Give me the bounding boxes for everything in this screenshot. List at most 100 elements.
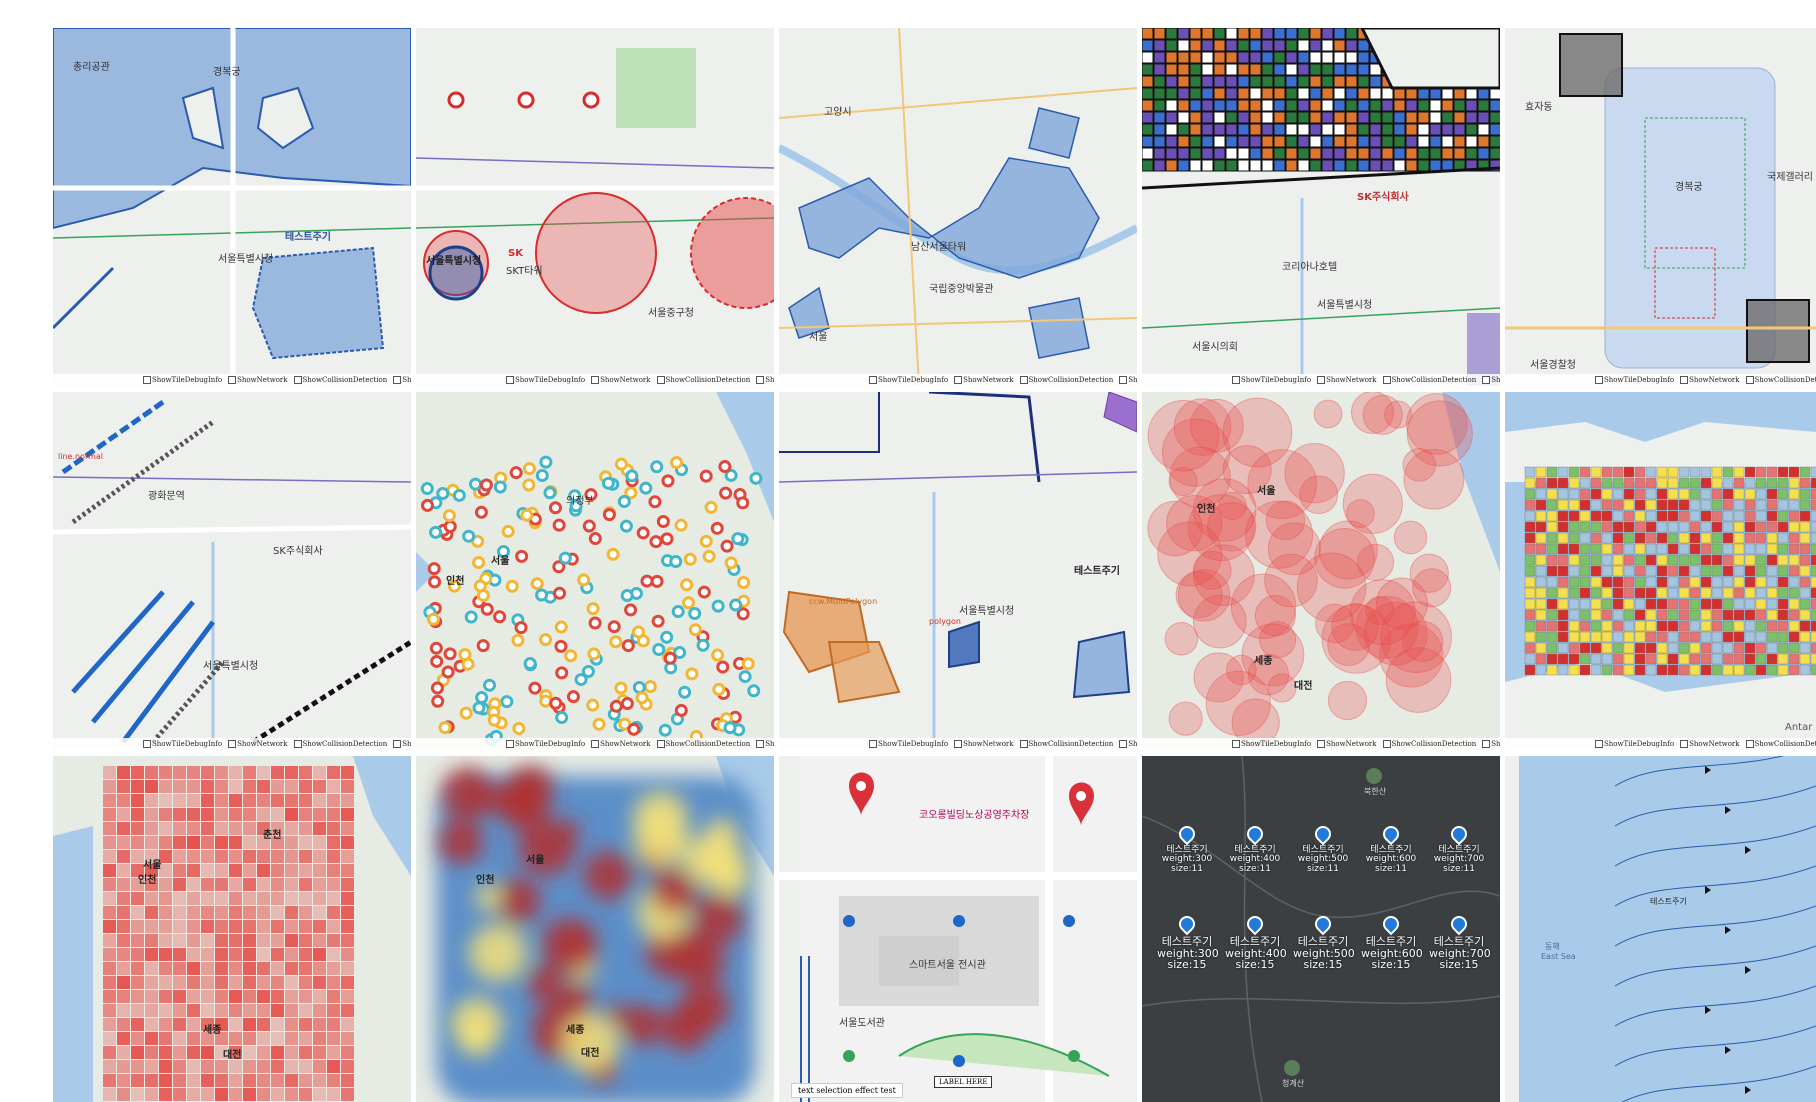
debug-option[interactable]: ShowPoiVertex [1482,740,1500,748]
map-tile-12[interactable]: 서울 인천 세종 대전 [416,756,774,1102]
weight-marker[interactable]: 테스트주기 weight:400 size:15 [1225,912,1287,972]
weight-marker[interactable]: 테스트주기 weight:600 size:15 [1361,912,1423,971]
debug-option[interactable]: ShowNetwork [954,740,1014,748]
map-tile-14[interactable]: 테스트주기 weight:300 size:11 테스트주기 weight:400 siz… [1142,756,1500,1102]
map-tile-4[interactable]: 서울특별시청 SK주식회사 코리아나호텔 서울시의회 ShowTileDebug… [1142,28,1500,386]
debug-option[interactable]: ShowPoiVertex [1119,376,1137,384]
debug-option[interactable]: ShowCollisionDetection [656,376,750,384]
density-cell [285,780,298,793]
debug-option[interactable]: ShowPoiVertex [1119,740,1137,748]
debug-option[interactable]: ShowCollisionDetection [1382,376,1476,384]
marker-text: size:15 [1235,958,1275,972]
pattern-cell [1177,51,1190,64]
map-tile-2[interactable]: 서울특별시청 서울중구청 SK SKT타워 ShowTileDebugInfo … [416,28,774,386]
debug-option[interactable]: ShowTileDebugInfo [506,376,585,384]
debug-option[interactable]: ShowPoiVertex [1482,376,1500,384]
map-tile-10[interactable]: Antar ShowTileDebugInfo ShowNetwork Show… [1505,392,1816,750]
heat-cell [1568,609,1580,621]
poi-dot [620,589,634,603]
debug-option[interactable]: ShowTileDebugInfo [506,740,585,748]
density-cell [285,766,298,779]
density-cell [285,794,298,807]
density-cell [313,962,326,975]
map-tile-13[interactable]: 코오롱빌딩노상공영주차장 스마트서울 전시관 서울도서관 text select… [779,756,1137,1102]
map-canvas[interactable] [416,392,774,750]
heat-cell [1557,543,1569,555]
map-canvas[interactable] [1142,392,1500,750]
heat-cell [1546,598,1558,610]
map-tile-8[interactable]: 테스트주기 서울특별시청 ccw.MultiPolygon polygon Sh… [779,392,1137,750]
debug-option[interactable]: ShowTileDebugInfo [1595,740,1674,748]
heat-cell [1546,532,1558,544]
debug-option[interactable]: ShowTileDebugInfo [143,376,222,384]
heat-cell [1557,477,1569,489]
weight-marker[interactable]: 테스트주기 weight:300 size:11 [1157,822,1217,874]
map-canvas[interactable] [53,28,411,386]
pattern-cell [1381,99,1394,112]
weight-marker[interactable]: 테스트주기 weight:700 size:11 [1429,822,1489,874]
debug-option[interactable]: ShowCollisionDetection [1019,376,1113,384]
map-tile-7[interactable]: 인천 서울 의정부 ShowTileDebugInfo ShowNetwork … [416,392,774,750]
poi-dot [564,649,578,663]
map-tile-6[interactable]: 광화문역 서울특별시청 SK주식회사 line.normal ShowTileD… [53,392,411,750]
debug-option[interactable]: ShowCollisionDetection [1745,376,1816,384]
pattern-cell [1142,63,1154,76]
poi-dot [582,519,596,533]
selection-test-label[interactable]: text selection effect test [791,1083,903,1098]
heat-cell [1667,598,1679,610]
debug-option[interactable]: ShowTileDebugInfo [143,740,222,748]
debug-option[interactable]: ShowCollisionDetection [656,740,750,748]
debug-option[interactable]: ShowNetwork [954,376,1014,384]
map-tile-3[interactable]: 남산서울타워 고양시 국립중앙박물관 서울 ShowTileDebugInfo … [779,28,1137,386]
debug-option[interactable]: ShowCollisionDetection [1019,740,1113,748]
heat-cell [1579,620,1591,632]
debug-option[interactable]: ShowCollisionDetection [293,376,387,384]
map-canvas[interactable] [1505,392,1816,750]
weight-marker[interactable]: 테스트주기 weight:700 size:15 [1429,912,1491,971]
debug-option[interactable]: ShowPoiVertex [756,376,774,384]
debug-option[interactable]: ShowTileDebugInfo [869,740,948,748]
debug-option[interactable]: ShowCollisionDetection [1745,740,1816,748]
map-tile-15[interactable]: 동해 East Sea 테스트주기 [1505,756,1816,1102]
debug-toolbar: ShowTileDebugInfo ShowNetwork ShowCollis… [1505,374,1816,386]
debug-option[interactable]: ShowNetwork [1680,740,1740,748]
map-tile-9[interactable]: 서울 인천 세종 대전 ShowTileDebugInfo ShowNetwor… [1142,392,1500,750]
debug-option[interactable]: ShowNetwork [228,376,288,384]
pattern-cell [1321,39,1334,52]
heat-cell [1634,532,1646,544]
debug-option[interactable]: ShowNetwork [1317,740,1377,748]
debug-option[interactable]: ShowTileDebugInfo [1232,740,1311,748]
debug-option[interactable]: ShowNetwork [591,740,651,748]
map-canvas[interactable] [416,28,774,386]
debug-option[interactable]: ShowCollisionDetection [1382,740,1476,748]
map-canvas[interactable] [1505,28,1816,386]
debug-option[interactable]: ShowTileDebugInfo [869,376,948,384]
debug-option[interactable]: ShowCollisionDetection [293,740,387,748]
density-cell [145,1046,158,1059]
weight-marker[interactable]: 테스트주기 weight:400 size:11 [1225,822,1285,874]
weight-marker[interactable]: 테스트주기 weight:600 size:11 [1361,822,1421,874]
weight-marker[interactable]: 테스트주기 weight:300 size:15 [1157,912,1219,971]
map-tile-1[interactable]: 테스트주기 서울특별시청 경복궁 총리공관 ShowTileDebugInfo … [53,28,411,386]
debug-option[interactable]: ShowNetwork [1317,376,1377,384]
weight-marker[interactable]: 테스트주기 weight:500 size:11 [1293,822,1353,874]
map-tile-11[interactable]: 서울 인천 세종 대전 춘천 [53,756,411,1102]
debug-option[interactable]: ShowTileDebugInfo [1232,376,1311,384]
debug-option[interactable]: ShowTileDebugInfo [1595,376,1674,384]
map-tile-5[interactable]: 경복궁 국제갤러리 서울경찰청 효자동 ShowTileDebugInfo Sh… [1505,28,1816,386]
weight-marker[interactable]: 테스트주기 weight:500 size:15 [1293,912,1355,971]
debug-option[interactable]: ShowPoiVertex [756,740,774,748]
map-canvas[interactable] [53,392,411,750]
heat-cell [1744,565,1756,577]
density-cell [173,808,186,821]
debug-option[interactable]: ShowPoiVertex [393,740,411,748]
density-cell [145,934,158,947]
poi-dot [464,610,478,624]
debug-option[interactable]: ShowNetwork [228,740,288,748]
debug-option[interactable]: ShowNetwork [1680,376,1740,384]
map-canvas[interactable] [1142,28,1500,386]
map-canvas[interactable] [1505,756,1816,1102]
debug-option[interactable]: ShowNetwork [591,376,651,384]
map-canvas[interactable] [779,28,1137,386]
debug-option[interactable]: ShowPoiVertex [393,376,411,384]
